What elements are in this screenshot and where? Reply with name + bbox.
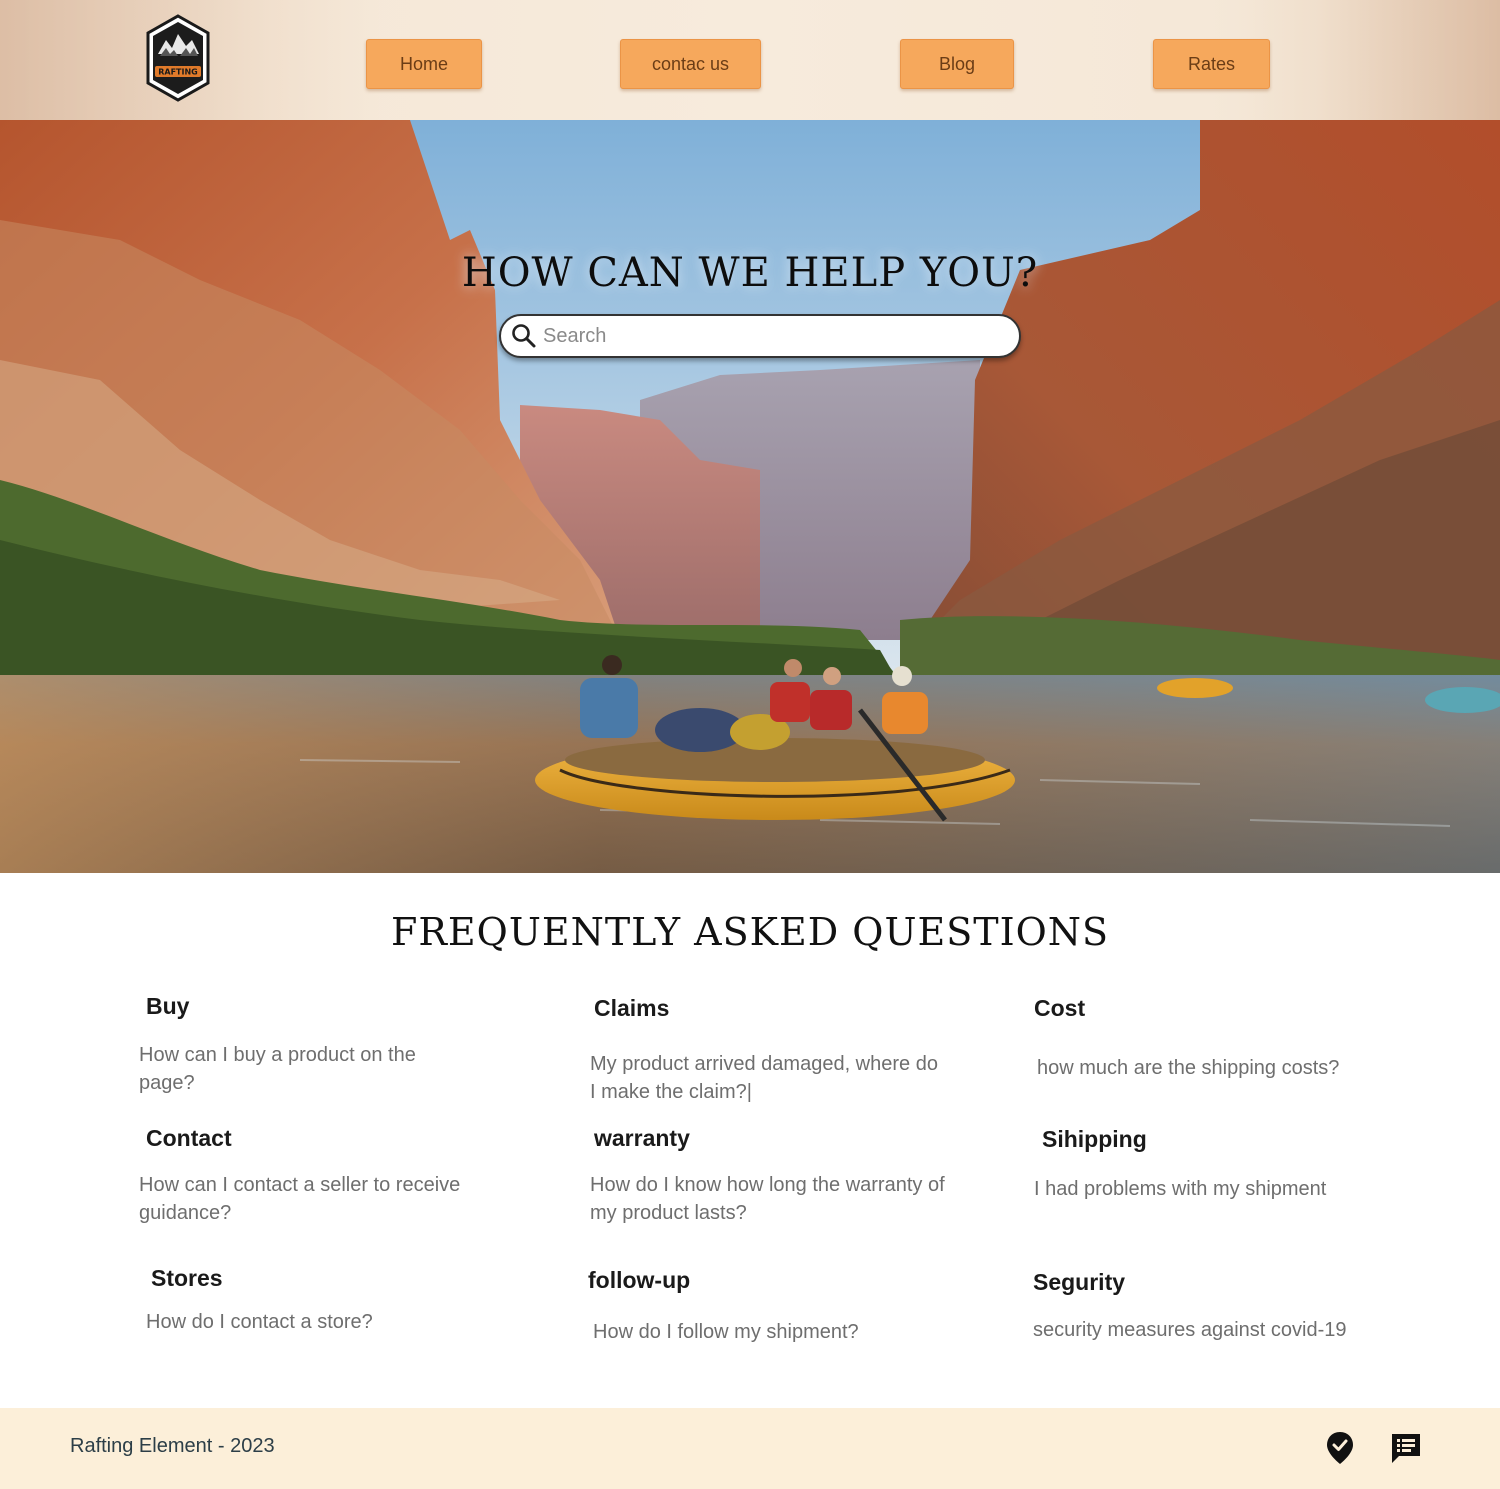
faq-item-follow-up[interactable]: follow-up How do I follow my shipment?: [588, 1267, 948, 1343]
nav-rates-button[interactable]: Rates: [1153, 39, 1270, 89]
faq-item-text: I had problems with my shipment: [1034, 1178, 1327, 1200]
faq-item-text: How do I know how long the warranty of m…: [590, 1174, 945, 1224]
faq-item-title: Segurity: [1033, 1269, 1126, 1295]
nav-home-label: Home: [399, 53, 448, 74]
logo-text: RAFTING: [158, 68, 198, 77]
hero-title: HOW CAN WE HELP YOU?: [461, 250, 1039, 296]
nav-contact-button[interactable]: contac us: [620, 39, 761, 89]
faq-item-warranty[interactable]: warranty How do I know how long the warr…: [590, 1125, 950, 1224]
faq-item-text: How do I follow my shipment?: [593, 1321, 859, 1343]
nav-contact-label: contac us: [651, 53, 730, 74]
faq-title: FREQUENTLY ASKED QUESTIONS: [390, 910, 1110, 954]
header-rock-texture-right: [1240, 0, 1500, 120]
rafting-logo[interactable]: RAFTING: [144, 14, 212, 102]
faq-item-title: warranty: [594, 1125, 690, 1151]
faq-item-text: How do I contact a store?: [146, 1311, 373, 1333]
faq-item-title: Claims: [594, 995, 670, 1021]
faq-item-contact[interactable]: Contact How can I contact a seller to re…: [139, 1125, 499, 1224]
faq-item-claims[interactable]: Claims My product arrived damaged, where…: [590, 995, 950, 1103]
hero-banner: HOW CAN WE HELP YOU?: [0, 120, 1500, 873]
site-footer: Rafting Element - 2023: [0, 1408, 1500, 1489]
faq-item-title: Stores: [151, 1265, 223, 1291]
faq-item-cost[interactable]: Cost how much are the shipping costs?: [1034, 995, 1394, 1079]
chat-message-icon[interactable]: [1390, 1430, 1422, 1466]
faq-item-title: Sihipping: [1042, 1126, 1147, 1152]
faq-item-title: Cost: [1034, 995, 1086, 1021]
location-pin-icon[interactable]: [1324, 1430, 1356, 1466]
faq-item-security[interactable]: Segurity security measures against covid…: [1033, 1269, 1393, 1341]
faq-item-title: follow-up: [588, 1267, 691, 1293]
faq-item-title: Contact: [146, 1125, 232, 1151]
faq-item-text: My product arrived damaged, where do I m…: [590, 1053, 938, 1103]
nav-home-button[interactable]: Home: [366, 39, 482, 89]
nav-blog-button[interactable]: Blog: [900, 39, 1014, 89]
site-header: RAFTING Home contac us Blog Rates: [0, 0, 1500, 120]
search-box[interactable]: [499, 314, 1021, 358]
canyon-rafting-photo: [0, 120, 1500, 873]
nav-blog-label: Blog: [938, 53, 976, 74]
faq-item-stores[interactable]: Stores How do I contact a store?: [146, 1265, 506, 1333]
faq-item-text: security measures against covid-19: [1033, 1319, 1347, 1341]
faq-item-shipping[interactable]: Sihipping I had problems with my shipmen…: [1034, 1126, 1394, 1200]
faq-item-text: How can I contact a seller to receive gu…: [139, 1174, 461, 1224]
faq-item-title: Buy: [146, 993, 190, 1019]
faq-item-text: How can I buy a product on the page?: [139, 1044, 416, 1094]
search-input[interactable]: [543, 324, 1003, 348]
search-icon: [512, 324, 536, 348]
nav-rates-label: Rates: [1187, 53, 1236, 74]
faq-item-buy[interactable]: Buy How can I buy a product on the page?: [139, 993, 499, 1094]
faq-item-text: how much are the shipping costs?: [1037, 1057, 1340, 1079]
footer-copyright: Rafting Element - 2023: [70, 1435, 275, 1457]
